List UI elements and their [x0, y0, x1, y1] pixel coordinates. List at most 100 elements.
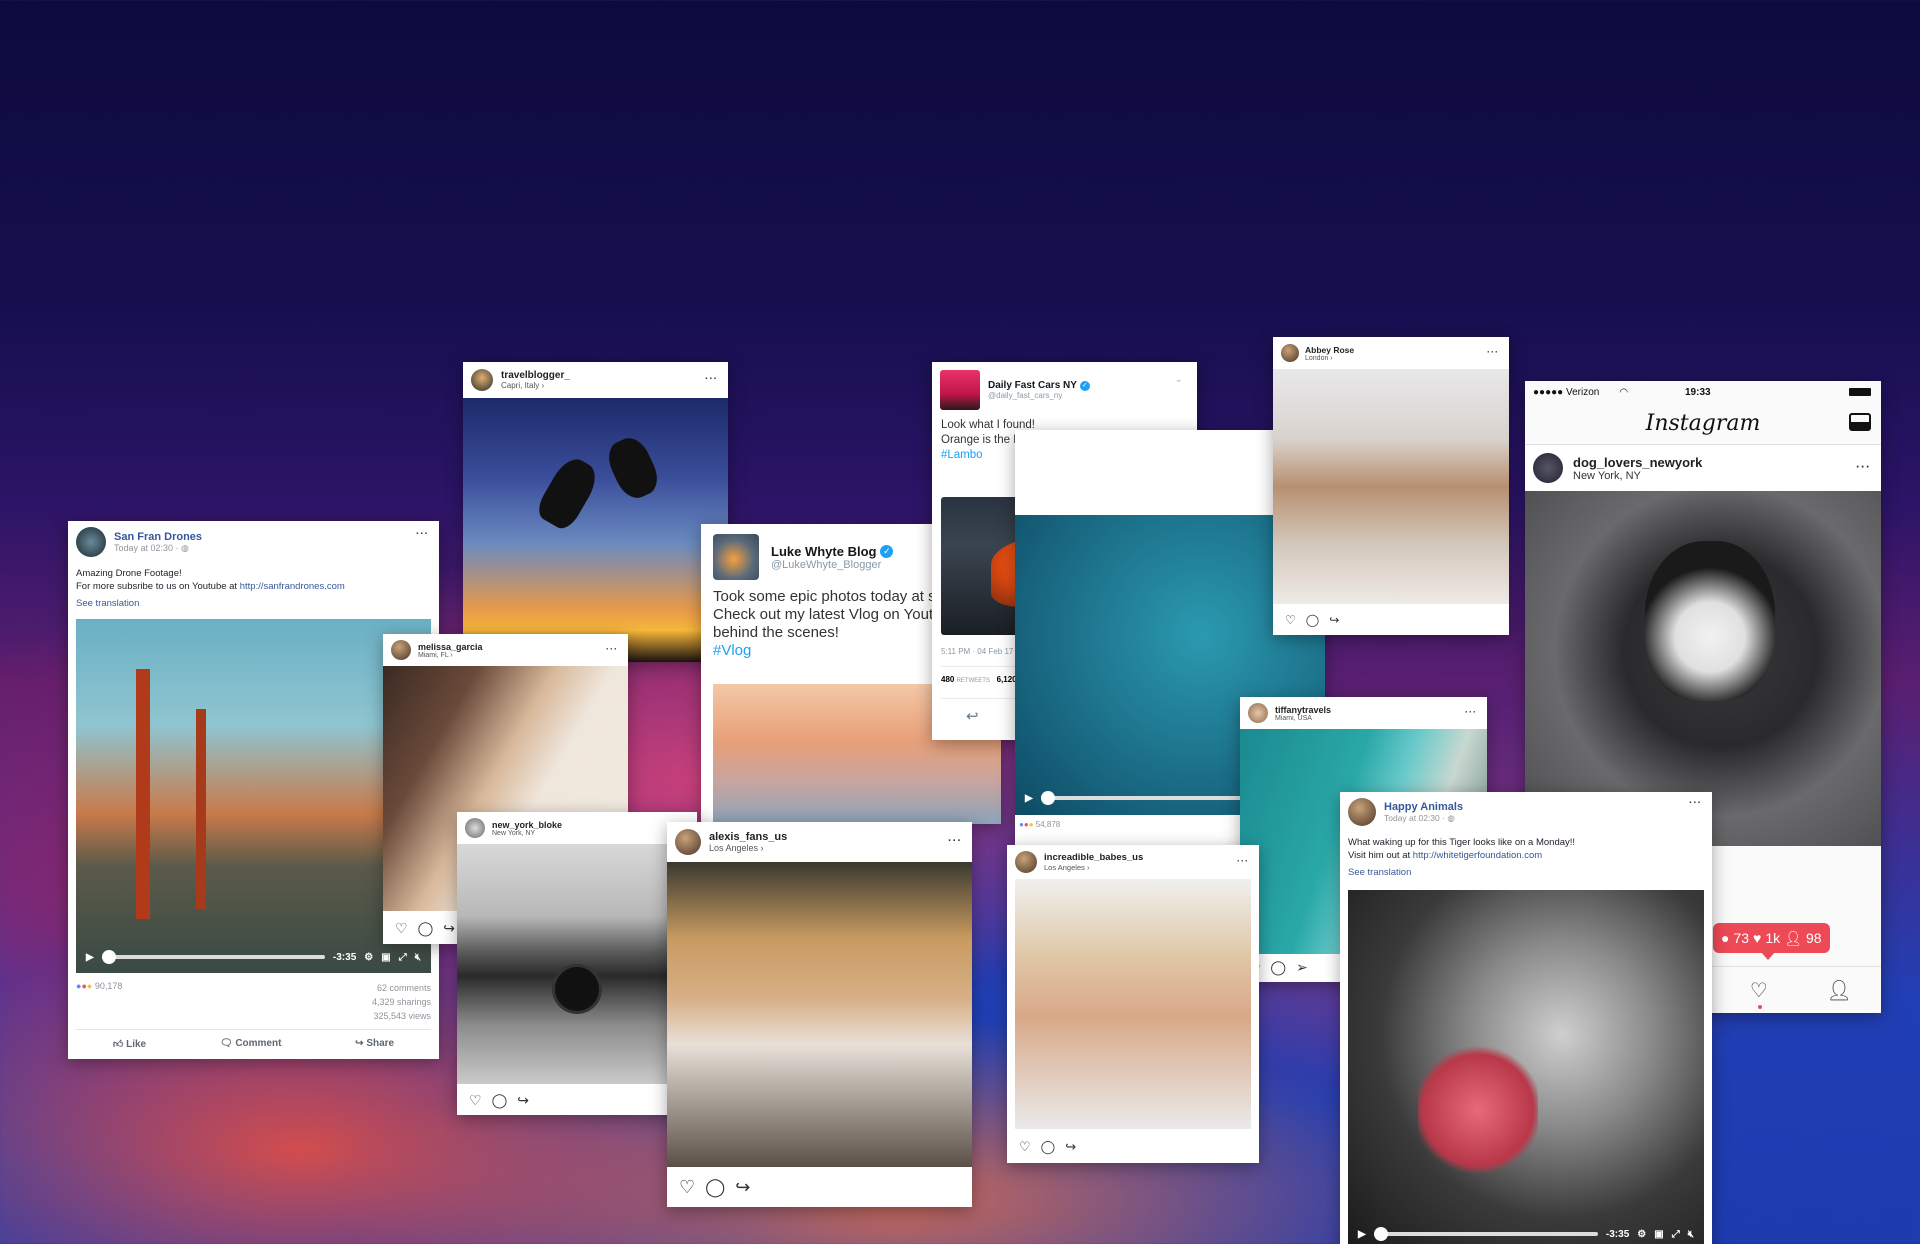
reactions-count[interactable]: 54,878 — [1036, 820, 1060, 829]
avatar[interactable] — [1348, 798, 1376, 826]
avatar[interactable] — [675, 829, 701, 855]
play-icon[interactable]: ▶ — [1025, 793, 1033, 804]
comment-icon[interactable]: ◯ — [1306, 613, 1319, 627]
pip-icon[interactable]: ▣ — [1654, 1229, 1663, 1240]
more-options-icon[interactable]: ··· — [1689, 797, 1702, 808]
comment-icon[interactable]: ◯ — [418, 920, 434, 937]
username[interactable]: tiffanytravels — [1275, 705, 1331, 715]
retweets-count[interactable]: 480 — [941, 675, 954, 684]
share-icon[interactable]: ↪ — [517, 1092, 529, 1109]
post-actions: ♡ ◯ ↪ — [1273, 609, 1509, 631]
fullscreen-icon[interactable]: ⤢ — [1672, 1229, 1680, 1240]
inbox-icon[interactable] — [1849, 413, 1871, 431]
comments-count[interactable]: 62 comments — [372, 981, 431, 995]
likes-count[interactable]: 6,120 — [997, 675, 1017, 684]
username[interactable]: new_york_bloke — [492, 820, 562, 830]
account-name[interactable]: Luke Whyte Blog — [771, 544, 876, 559]
post-link[interactable]: http://whitetigerfoundation.com — [1413, 850, 1542, 861]
comment-icon[interactable]: ◯ — [1041, 1139, 1056, 1155]
post-text: For more subsribe to us on Youtube at — [76, 581, 240, 592]
chevron-down-icon[interactable]: ⌄ — [1175, 374, 1183, 385]
avatar[interactable] — [1015, 851, 1037, 873]
more-options-icon[interactable]: ··· — [1487, 347, 1499, 357]
username[interactable]: dog_lovers_newyork — [1573, 455, 1702, 470]
activity-notification-bubble[interactable]: ● 73 ♥ 1k 👤︎ 98 — [1713, 923, 1830, 960]
heart-icon[interactable]: ♡ — [679, 1177, 695, 1198]
username[interactable]: melissa_garcia — [418, 642, 483, 652]
more-options-icon[interactable]: ··· — [948, 835, 962, 847]
share-icon[interactable]: ↪ — [1065, 1139, 1076, 1155]
more-options-icon[interactable]: ··· — [1237, 856, 1249, 866]
tab-profile-icon[interactable]: 👤︎ — [1826, 978, 1851, 1003]
location[interactable]: New York, NY — [492, 830, 562, 837]
location[interactable]: New York, NY — [1573, 470, 1702, 482]
like-button[interactable]: 👍︎ Like — [113, 1038, 146, 1050]
video-progress-bar[interactable] — [1373, 1227, 1598, 1241]
reply-icon[interactable]: ↩ — [966, 707, 979, 725]
location[interactable]: Miami, USA — [1275, 715, 1331, 722]
pip-icon[interactable]: ▣ — [381, 952, 390, 963]
avatar[interactable] — [940, 370, 980, 410]
username[interactable]: travelblogger_ — [501, 370, 570, 381]
account-handle[interactable]: @daily_fast_cars_ny — [988, 391, 1090, 400]
more-options-icon[interactable]: ··· — [1856, 460, 1871, 474]
timestamp[interactable]: Today at 02:30 · — [114, 543, 181, 553]
comment-icon[interactable]: ◯ — [492, 1092, 508, 1109]
location[interactable]: London › — [1305, 355, 1354, 362]
share-icon[interactable]: ↪ — [1329, 613, 1339, 627]
avatar[interactable] — [76, 527, 106, 557]
location[interactable]: Capri, Italy › — [501, 381, 570, 390]
location[interactable]: Los Angeles › — [709, 843, 787, 853]
comment-icon[interactable]: ◯ — [705, 1177, 725, 1198]
timestamp[interactable]: Today at 02:30 · — [1384, 813, 1447, 823]
username[interactable]: increadible_babes_us — [1044, 852, 1143, 863]
video-progress-bar[interactable] — [101, 950, 325, 964]
username[interactable]: alexis_fans_us — [709, 831, 787, 843]
heart-icon[interactable]: ♡ — [1285, 613, 1296, 627]
comment-icon[interactable]: ◯ — [1270, 959, 1286, 976]
video-white-tiger[interactable]: ▶ -3:35 ⚙ ▣ ⤢ 🔇︎ — [1348, 890, 1704, 1244]
see-translation-link[interactable]: See translation — [1348, 866, 1704, 879]
mute-icon[interactable]: 🔇︎ — [1688, 1229, 1694, 1240]
more-options-icon[interactable]: ··· — [705, 373, 718, 384]
direct-share-icon[interactable]: ➢ — [1296, 959, 1308, 976]
share-icon[interactable]: ↪ — [735, 1177, 750, 1198]
location[interactable]: Miami, FL › — [418, 652, 483, 659]
settings-icon[interactable]: ⚙ — [1637, 1229, 1646, 1240]
play-icon[interactable]: ▶ — [86, 952, 94, 963]
page-name[interactable]: San Fran Drones — [114, 531, 202, 543]
avatar[interactable] — [471, 369, 493, 391]
share-icon[interactable]: ↪ — [443, 920, 455, 937]
see-translation-link[interactable]: See translation — [76, 597, 431, 610]
tweet-timestamp: 5:11 PM · 04 Feb 17 — [941, 647, 1014, 656]
video-golden-gate[interactable]: ▶ -3:35 ⚙ ▣ ⤢ 🔇︎ — [76, 619, 431, 973]
username[interactable]: Abbey Rose — [1305, 345, 1354, 355]
more-options-icon[interactable]: ··· — [606, 644, 618, 654]
sharings-count[interactable]: 4,329 sharings — [372, 995, 431, 1009]
heart-icon[interactable]: ♡ — [469, 1092, 482, 1109]
page-name[interactable]: Happy Animals — [1384, 801, 1463, 813]
avatar[interactable] — [713, 534, 759, 580]
avatar[interactable] — [465, 818, 485, 838]
comment-button[interactable]: 🗨 Comment — [220, 1038, 282, 1050]
tab-activity-heart-icon[interactable]: ♡ — [1750, 978, 1768, 1009]
account-handle[interactable]: @LukeWhyte_Blogger — [771, 559, 893, 571]
avatar[interactable] — [1248, 703, 1268, 723]
account-name[interactable]: Daily Fast Cars NY — [988, 380, 1077, 391]
avatar[interactable] — [1533, 453, 1563, 483]
post-link[interactable]: http://sanfrandrones.com — [240, 581, 345, 592]
location[interactable]: Los Angeles › — [1044, 863, 1143, 872]
play-icon[interactable]: ▶ — [1358, 1229, 1366, 1240]
more-options-icon[interactable]: ··· — [416, 528, 429, 539]
fullscreen-icon[interactable]: ⤢ — [399, 952, 407, 963]
heart-icon[interactable]: ♡ — [395, 920, 408, 937]
post-header: San Fran Drones Today at 02:30 · ◍ ··· — [68, 521, 439, 563]
settings-icon[interactable]: ⚙ — [364, 952, 373, 963]
more-options-icon[interactable]: ··· — [1465, 707, 1477, 717]
avatar[interactable] — [1281, 344, 1299, 362]
mute-icon[interactable]: 🔇︎ — [415, 952, 421, 963]
avatar[interactable] — [391, 640, 411, 660]
heart-icon[interactable]: ♡ — [1019, 1139, 1031, 1155]
share-button[interactable]: ↪ Share — [355, 1038, 394, 1050]
reactions-count[interactable]: 90,178 — [95, 981, 123, 991]
